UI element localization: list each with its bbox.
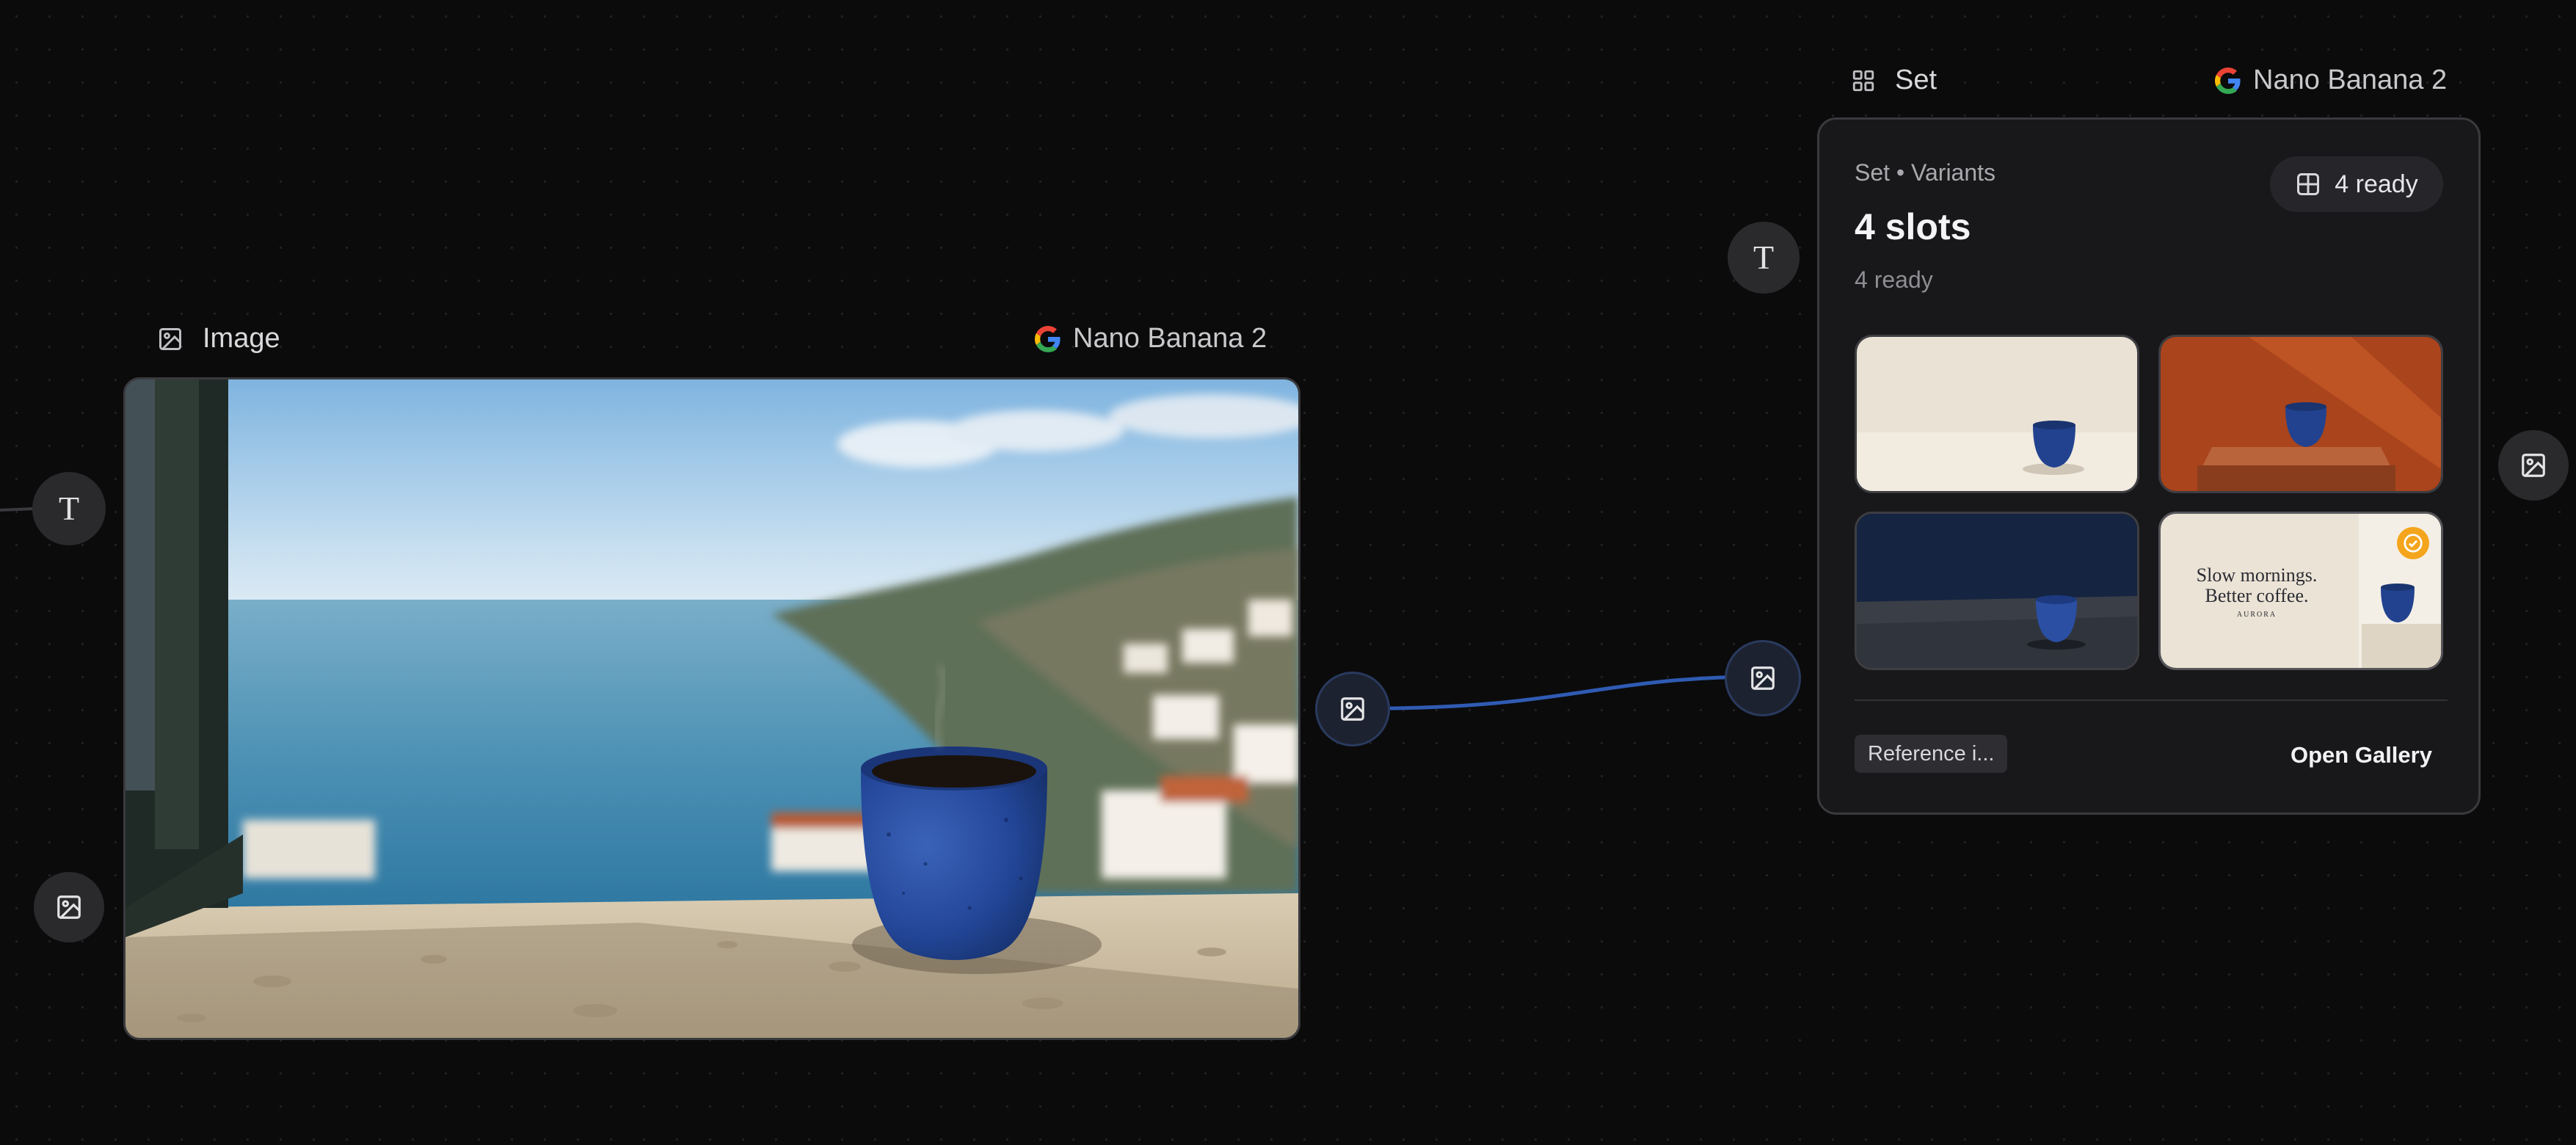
generated-image-preview[interactable] xyxy=(123,377,1300,1040)
text-icon: T xyxy=(1753,239,1775,276)
variant-thumbnail-3[interactable] xyxy=(1855,512,2139,670)
image-icon xyxy=(2519,451,2547,479)
navy-scene-image xyxy=(1857,514,2137,668)
set-node-model-label: Nano Banana 2 xyxy=(2253,65,2448,95)
set-node-header[interactable]: Set xyxy=(1851,65,1937,96)
ad-copy-line-2: Better coffee. xyxy=(2205,585,2309,606)
wire-left-stub xyxy=(0,507,36,512)
card-divider xyxy=(1855,699,2448,701)
image-icon xyxy=(157,326,183,352)
image-node-model-selector[interactable]: Nano Banana 2 xyxy=(1035,323,1267,355)
ready-badge[interactable]: 4 ready xyxy=(2270,156,2443,212)
terracotta-scene-image xyxy=(2161,337,2441,491)
text-icon: T xyxy=(58,490,80,527)
grid-icon xyxy=(1851,68,1876,93)
set-image-output-port[interactable] xyxy=(2498,430,2569,501)
google-g-icon xyxy=(2215,67,2241,94)
table-grid-icon xyxy=(2295,171,2321,197)
image-node-header[interactable]: Image xyxy=(157,323,280,355)
image-output-port[interactable] xyxy=(1315,672,1390,746)
variant-thumbnail-4[interactable]: Slow mornings. Better coffee. AURORA xyxy=(2158,512,2443,670)
set-status-text: 4 ready xyxy=(1855,266,1933,293)
image-icon xyxy=(55,893,83,921)
set-variants-card[interactable]: Set • Variants 4 slots 4 ready 4 ready S… xyxy=(1817,117,2481,815)
open-gallery-button[interactable]: Open Gallery xyxy=(2291,742,2432,768)
ad-copy-line-1: Slow mornings. xyxy=(2196,564,2318,586)
image-node-title: Image xyxy=(203,323,280,354)
coastal-coffee-photo xyxy=(125,379,1298,1038)
reference-image-chip[interactable]: Reference i... xyxy=(1855,735,2008,773)
ready-badge-label: 4 ready xyxy=(2335,170,2418,198)
wire-image-to-set xyxy=(1389,675,1764,710)
ad-copy: Slow mornings. Better coffee. AURORA xyxy=(2161,565,2353,619)
set-node-model-selector[interactable]: Nano Banana 2 xyxy=(2215,65,2447,96)
set-node-title: Set xyxy=(1895,65,1938,95)
image-icon xyxy=(1339,695,1367,723)
text-input-port-left[interactable]: T xyxy=(32,472,106,545)
set-text-input-port[interactable]: T xyxy=(1728,222,1800,294)
ad-brand: AURORA xyxy=(2236,611,2277,619)
selected-check-icon[interactable] xyxy=(2397,527,2429,559)
image-icon xyxy=(1749,664,1777,692)
set-heading: 4 slots xyxy=(1855,206,1971,247)
google-g-icon xyxy=(1035,325,1061,352)
variant-thumbnail-1[interactable] xyxy=(1855,335,2139,493)
image-input-port-left[interactable] xyxy=(34,872,104,942)
set-image-input-port[interactable] xyxy=(1725,640,1801,716)
image-node-model-label: Nano Banana 2 xyxy=(1073,323,1267,354)
set-subtitle: Set • Variants xyxy=(1855,159,1996,186)
cream-scene-image xyxy=(1857,337,2137,491)
variant-thumbnail-2[interactable] xyxy=(2158,335,2443,493)
